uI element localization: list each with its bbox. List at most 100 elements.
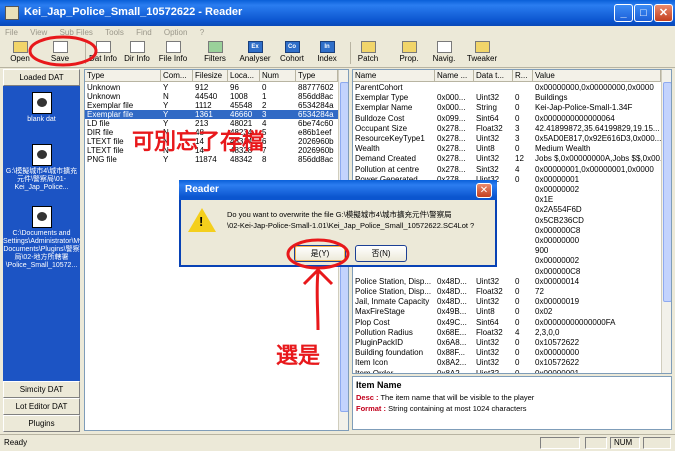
dat-info-button[interactable]: Dat Info [88, 39, 118, 67]
file-col-header[interactable]: Type [85, 70, 161, 82]
menu-option[interactable]: Option [159, 26, 193, 39]
file-cell: 11874 [195, 155, 217, 164]
file-cell: 912 [195, 83, 209, 92]
prop-cell: 3 [515, 123, 520, 133]
prop-row[interactable]: Exemplar Name 0x000... String 0 Kei-Jap-Poli… [353, 103, 661, 113]
dat-item-blank[interactable]: blank dat [3, 92, 80, 124]
file-cell: Exemplar file [87, 101, 134, 110]
loaded-dat-list[interactable]: blank dat G:\模擬城市4\城市擴充元件\警察局\01-Kei_Jap… [3, 86, 80, 381]
prop-row[interactable]: Occupant Size 0x278... Float32 3 42.41899872… [353, 124, 661, 134]
dat-item-02[interactable]: C:\Documents and Settings\Administrator\… [3, 206, 80, 270]
prop-col-header[interactable]: Value [533, 70, 661, 82]
file-col-header[interactable]: Filesize [193, 70, 228, 82]
prop-row[interactable]: Bulldoze Cost 0x099... Sint64 0 0x0000000000… [353, 114, 661, 124]
menu-file[interactable]: File [0, 26, 23, 39]
prop-cell: 3 [515, 134, 520, 143]
status-pane-empty-3 [643, 437, 671, 449]
menu-sub-files[interactable]: Sub Files [55, 26, 98, 39]
tweaker-button[interactable]: Tweaker [464, 39, 500, 67]
prop-cell: 0x000000C8 [535, 266, 581, 276]
lot-editor-dat-tab[interactable]: Lot Editor DAT [3, 398, 80, 415]
desc-text: The item name that will be visible to th… [380, 393, 535, 402]
file-info-button[interactable]: File Info [156, 39, 190, 67]
prop-row[interactable]: Police Station, Disp... 0x48D... Float32 0 7… [353, 287, 661, 297]
simcity-dat-tab[interactable]: Simcity DAT [3, 381, 80, 398]
prop-cell: 0x8A2... [437, 358, 467, 368]
file-cell: 2026960b [298, 146, 334, 155]
prop-col-header[interactable]: Data t... [474, 70, 513, 82]
close-button[interactable]: ✕ [654, 4, 673, 22]
open-button[interactable]: Open [6, 39, 34, 67]
index-button[interactable]: In Index [313, 39, 341, 67]
dat-item-01[interactable]: G:\模擬城市4\城市擴充元件\警察局\01-Kei_Jap_Police... [3, 144, 80, 192]
file-row[interactable]: Unknown Y 912 96 0 88777602 [85, 83, 338, 92]
file-cell: 48342 [230, 155, 253, 164]
prop-cell: Uint32 [476, 358, 500, 368]
yes-button[interactable]: 是(Y) [294, 245, 346, 262]
file-cell: 0 [262, 83, 267, 92]
prop-cell: 12 [515, 154, 524, 164]
prop-row[interactable]: Item Icon 0x8A2... Uint32 0 0x10572622 [353, 358, 661, 368]
prop-cell: 0x48D... [437, 297, 467, 307]
prop-row[interactable]: MaxFireStage 0x49B... Uint8 0 0x02 [353, 307, 661, 317]
overwrite-dialog: Reader ✕ ! Do you want to overwrite the … [179, 180, 497, 267]
dir-info-button[interactable]: Dir Info [121, 39, 153, 67]
prop-row[interactable]: Wealth 0x278... Uint8 0 Medium Wealth [353, 144, 661, 154]
prop-row[interactable]: Pollution at centre 0x278... Sint32 4 0x0000… [353, 165, 661, 175]
prop-row[interactable]: Demand Created 0x278... Uint32 12 Jobs $,0x0… [353, 154, 661, 164]
menu-help[interactable]: ? [195, 26, 209, 39]
save-label: Save [50, 54, 70, 63]
prop-col-header[interactable]: Name ... [435, 70, 474, 82]
file-col-header[interactable]: Num [260, 70, 296, 82]
file-row[interactable]: Exemplar file Y 1361 46660 3 6534284a [85, 110, 338, 119]
properties-button[interactable]: Prop. [395, 39, 423, 67]
navigator-button[interactable]: Navig. [429, 39, 459, 67]
menu-tools[interactable]: Tools [100, 26, 129, 39]
prop-row[interactable]: Jail, Inmate Capacity 0x48D... Uint32 0 0x00… [353, 297, 661, 307]
menu-find[interactable]: Find [131, 26, 157, 39]
file-row[interactable]: Exemplar file Y 1112 45548 2 6534284a [85, 101, 338, 110]
prop-row[interactable]: Police Station, Disp... 0x48D... Uint32 0 0x… [353, 277, 661, 287]
prop-row[interactable]: ParentCohort 0x00000000,0x00000000,0x0000 [353, 83, 661, 93]
prop-row[interactable]: PluginPackID 0x6A8... Uint32 0 0x10572622 [353, 338, 661, 348]
plugins-tab[interactable]: Plugins [3, 415, 80, 432]
prop-cell: 0 [515, 276, 520, 286]
prop-cell: ResourceKeyType1 [355, 134, 425, 143]
property-grid-scrollbar[interactable] [661, 70, 671, 373]
file-cell: 2 [262, 101, 267, 110]
prop-cell: 0x00000014 [535, 276, 580, 286]
scroll-thumb[interactable] [663, 82, 671, 302]
cohort-button[interactable]: Co Cohort [276, 39, 308, 67]
file-col-header[interactable]: Loca... [228, 70, 260, 82]
prop-row[interactable]: ResourceKeyType1 0x278... Uint32 3 0x5AD0E81… [353, 134, 661, 144]
file-cell: 5 [262, 128, 267, 137]
file-cell: 856dd8ac [298, 155, 334, 164]
title-bar[interactable]: Kei_Jap_Police_Small_10572622 - Reader _… [0, 0, 675, 26]
prop-row[interactable]: Pollution Radius 0x68E... Float32 4 2,3,0,0 [353, 328, 661, 338]
file-col-header[interactable]: Com... [161, 70, 193, 82]
prop-row[interactable]: 0x000000C8 [353, 267, 661, 277]
prop-cell: Uint32 [476, 93, 500, 103]
patch-button[interactable]: Patch [354, 39, 382, 67]
prop-cell: MaxFireStage [355, 307, 405, 317]
analyser-button[interactable]: Ex Analyser [237, 39, 273, 67]
prop-row[interactable]: Plop Cost 0x49C... Sint64 0 0x00000000000000… [353, 318, 661, 328]
filters-button[interactable]: Filters [201, 39, 229, 67]
file-col-header[interactable]: Type [296, 70, 338, 82]
dialog-close-button[interactable]: ✕ [476, 183, 492, 198]
prop-col-header[interactable]: Name [353, 70, 435, 82]
save-button[interactable]: Save [46, 39, 74, 67]
menu-bar: File View Sub Files Tools Find Option ? [0, 26, 675, 39]
maximize-button[interactable]: □ [634, 4, 653, 22]
menu-view[interactable]: View [25, 26, 52, 39]
file-row[interactable]: Unknown N 44540 1008 1 856dd8ac [85, 92, 338, 101]
prop-row[interactable]: Item Order 0x8A2... Uint32 0 0x00000001 [353, 369, 661, 373]
file-row[interactable]: PNG file Y 11874 48342 8 856dd8ac [85, 155, 338, 164]
loaded-dat-tab[interactable]: Loaded DAT [3, 69, 80, 86]
prop-row[interactable]: Building foundation 0x88F... Uint32 0 0x0000… [353, 348, 661, 358]
prop-row[interactable]: Exemplar Type 0x000... Uint32 0 Buildings [353, 93, 661, 103]
no-button[interactable]: 否(N) [355, 245, 407, 262]
minimize-button[interactable]: _ [614, 4, 633, 22]
prop-col-header[interactable]: R... [513, 70, 533, 82]
dialog-title[interactable]: Reader [179, 180, 497, 200]
